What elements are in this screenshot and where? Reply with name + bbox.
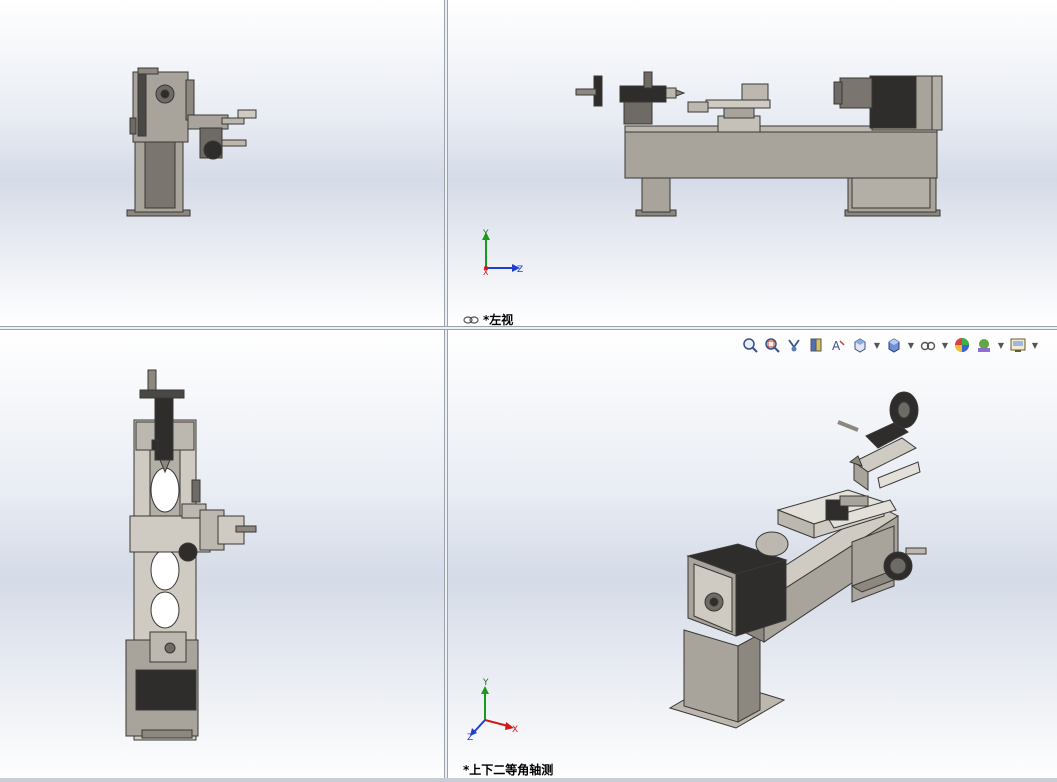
lathe-end-view-model (126, 67, 257, 217)
svg-text:A: A (832, 339, 841, 353)
display-style-dropdown-icon[interactable]: ▼ (907, 336, 915, 354)
apply-scene-dropdown-icon[interactable]: ▼ (997, 336, 1005, 354)
view-label: *上下二等角轴测 (463, 761, 553, 778)
view-settings-dropdown-icon[interactable]: ▼ (1031, 336, 1039, 354)
view-orientation-icon[interactable] (851, 336, 869, 354)
section-view-icon[interactable] (807, 336, 825, 354)
heads-up-view-toolbar: A ▼ ▼ ▼ ▼ ▼ (741, 336, 1039, 354)
chain-link-icon (463, 315, 479, 324)
apply-scene-icon[interactable] (975, 336, 993, 354)
hide-show-items-icon[interactable] (919, 336, 937, 354)
view-name: *上下二等角轴测 (463, 763, 554, 777)
lathe-top-view-model (125, 369, 257, 741)
hide-show-dropdown-icon[interactable]: ▼ (941, 336, 949, 354)
edit-appearance-icon[interactable] (953, 336, 971, 354)
axis-label-z: Z (517, 265, 523, 275)
previous-view-icon[interactable] (785, 336, 803, 354)
axis-label-x: X (512, 725, 518, 735)
viewport-bottom-left[interactable] (0, 330, 444, 782)
vertical-splitter[interactable] (444, 0, 448, 782)
axis-label-z: Z (467, 733, 473, 743)
zoom-to-area-icon[interactable] (763, 336, 781, 354)
viewport-bottom-right[interactable]: A ▼ ▼ ▼ ▼ ▼ Y X Z *上下二等角轴测 (448, 330, 1057, 782)
viewport-top-left[interactable] (0, 0, 444, 326)
axis-label-x: X (483, 268, 489, 277)
view-settings-icon[interactable] (1009, 336, 1027, 354)
viewport-top-right[interactable]: Y Z X *左视 (448, 0, 1057, 326)
view-orientation-dropdown-icon[interactable]: ▼ (873, 336, 881, 354)
display-style-icon[interactable] (885, 336, 903, 354)
bottom-border (0, 778, 1057, 782)
view-name: *左视 (483, 313, 514, 326)
view-label: *左视 (463, 311, 513, 326)
coordinate-triad (470, 686, 514, 736)
axis-label-y: Y (482, 678, 489, 688)
lathe-left-view-model: Y Z X (482, 71, 943, 277)
dynamic-annotation-icon[interactable]: A (829, 336, 847, 354)
zoom-to-fit-icon[interactable] (741, 336, 759, 354)
axis-label-y: Y (482, 229, 489, 239)
horizontal-splitter[interactable] (0, 326, 1057, 330)
lathe-isometric-model: Y X Z (467, 391, 927, 743)
